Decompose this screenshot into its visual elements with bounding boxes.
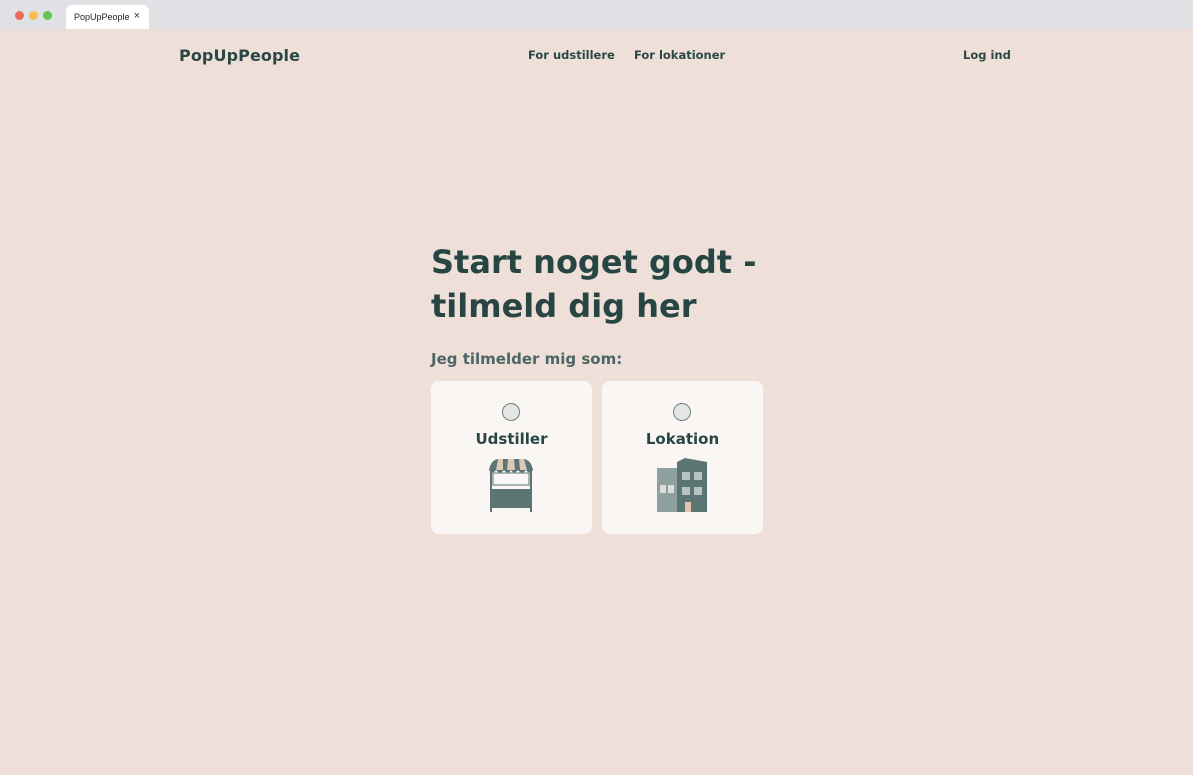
market-stall-icon — [489, 459, 533, 512]
browser-tab[interactable]: PopUpPeople × — [66, 5, 149, 29]
page-title: Start noget godt - tilmeld dig her — [431, 243, 757, 325]
tab-close-icon[interactable]: × — [134, 10, 140, 22]
exhibitor-radio[interactable] — [502, 403, 520, 421]
close-window-icon[interactable] — [15, 11, 24, 20]
logo[interactable]: PopUpPeople — [179, 46, 300, 65]
signup-subtitle: Jeg tilmelder mig som: — [431, 350, 623, 368]
option-label-exhibitor: Udstiller — [475, 430, 548, 448]
option-label-location: Lokation — [645, 430, 720, 448]
maximize-window-icon[interactable] — [43, 11, 52, 20]
option-card-exhibitor[interactable]: Udstiller — [431, 381, 592, 534]
login-link[interactable]: Log ind — [963, 48, 1011, 62]
building-icon — [657, 458, 707, 512]
location-radio[interactable] — [673, 403, 691, 421]
tab-title: PopUpPeople — [74, 12, 130, 22]
option-card-location[interactable]: Lokation — [602, 381, 763, 534]
nav-link-exhibitors[interactable]: For udstillere — [528, 48, 615, 62]
browser-chrome: PopUpPeople × — [0, 0, 1193, 29]
nav-link-locations[interactable]: For lokationer — [634, 48, 725, 62]
minimize-window-icon[interactable] — [29, 11, 38, 20]
